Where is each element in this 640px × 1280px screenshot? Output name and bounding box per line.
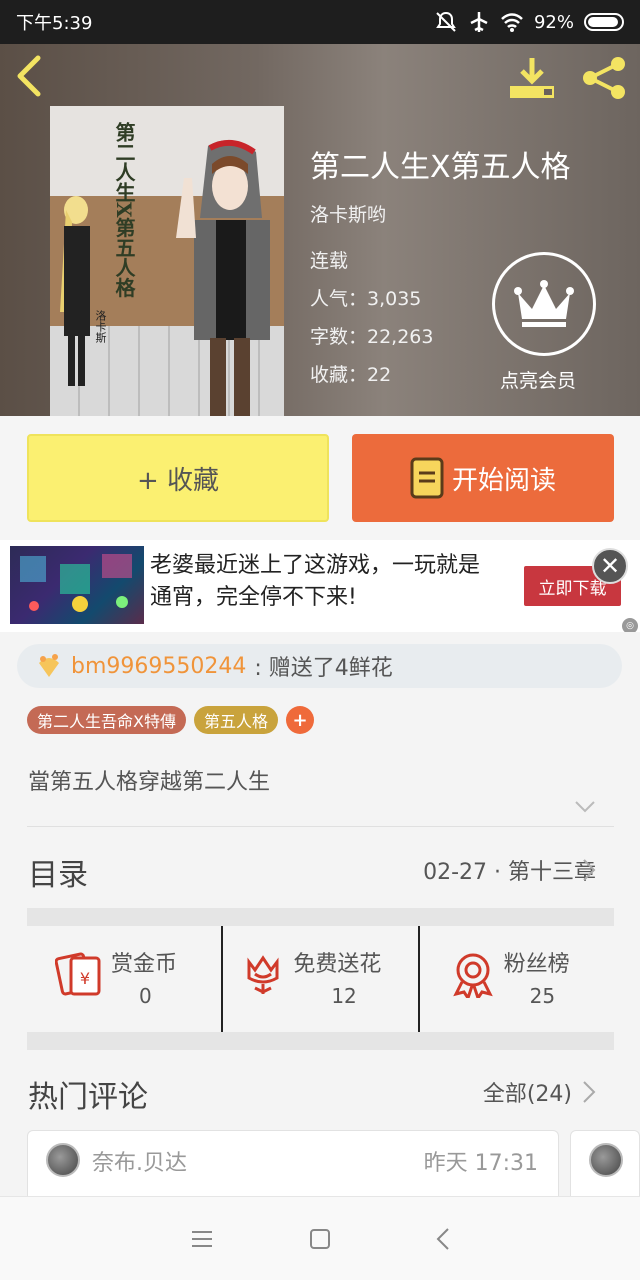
favorite-button[interactable]: + 收藏 bbox=[27, 434, 329, 522]
chevron-left-icon bbox=[17, 55, 41, 97]
toc-title[interactable]: 目录 bbox=[28, 850, 88, 894]
reward-value: 12 bbox=[331, 984, 357, 1008]
share-icon[interactable] bbox=[580, 56, 628, 100]
vip-button[interactable] bbox=[492, 252, 596, 356]
battery-percent: 92% bbox=[533, 11, 574, 33]
tag-list: 第二人生吾命X特傳 第五人格 + bbox=[27, 706, 314, 734]
gift-icon bbox=[39, 654, 59, 677]
book-status: 连载 bbox=[310, 250, 349, 272]
book-header: 第二人生X第五人格 洛卡斯 第二人生X第五人格 洛卡斯哟 连载 人气：3,035… bbox=[0, 44, 640, 416]
rosette-icon bbox=[452, 953, 493, 998]
home-icon[interactable] bbox=[306, 1225, 334, 1253]
menu-icon[interactable] bbox=[188, 1225, 216, 1253]
avatar[interactable] bbox=[46, 1143, 80, 1177]
tag-item[interactable]: 第二人生吾命X特傳 bbox=[27, 706, 186, 734]
start-reading-label: 开始阅读 bbox=[451, 465, 556, 496]
section-separator bbox=[27, 1032, 614, 1050]
book-title: 第二人生X第五人格 bbox=[310, 150, 571, 185]
status-icons: 92% bbox=[434, 11, 624, 33]
cover-title: 第二人生X第五人格 bbox=[112, 122, 136, 298]
status-time: 下午5:39 bbox=[16, 13, 93, 34]
book-author[interactable]: 洛卡斯哟 bbox=[310, 200, 386, 227]
svg-text:¥: ¥ bbox=[80, 969, 90, 988]
airplane-icon bbox=[470, 12, 488, 32]
section-separator bbox=[27, 908, 614, 926]
battery-icon bbox=[584, 13, 624, 31]
back-button[interactable] bbox=[14, 54, 54, 102]
book-details: bm9969550244 : 赠送了4鲜花 第二人生吾命X特傳 第五人格 + 當… bbox=[0, 632, 640, 1210]
ad-close-button[interactable]: ✕ bbox=[592, 548, 628, 584]
comment-username[interactable]: 奈布.贝达 bbox=[92, 1145, 187, 1177]
comment-time: 昨天 17:31 bbox=[423, 1151, 538, 1176]
favorite-label: + 收藏 bbox=[136, 465, 220, 496]
reward-value: 25 bbox=[529, 984, 556, 1008]
book-popularity: 人气：3,035 bbox=[310, 288, 422, 310]
all-comments-link[interactable]: 全部(24) bbox=[483, 1076, 572, 1108]
crown-icon bbox=[514, 280, 574, 327]
ad-game-image bbox=[20, 554, 132, 612]
chevron-down-icon[interactable] bbox=[574, 800, 596, 814]
cover-character-left bbox=[60, 196, 90, 386]
synopsis: 當第五人格穿越第二人生 bbox=[28, 770, 271, 795]
book-icon bbox=[410, 457, 444, 499]
reward-fans[interactable]: 粉丝榜 25 bbox=[417, 926, 614, 1034]
reward-coins[interactable]: ¥ 赏金币 0 bbox=[27, 926, 221, 1034]
download-icon[interactable] bbox=[506, 56, 558, 100]
status-bar: 下午5:39 92% bbox=[0, 0, 640, 44]
add-tag-button[interactable]: + bbox=[285, 706, 314, 734]
gift-username[interactable]: bm9969550244 bbox=[71, 654, 246, 679]
flower-icon bbox=[247, 955, 279, 994]
gift-message: : 赠送了4鲜花 bbox=[254, 656, 393, 681]
chevron-right-icon[interactable] bbox=[582, 858, 596, 882]
ad-text[interactable]: 老婆最近迷上了这游戏，一玩就是通宵，完全停不下来! bbox=[150, 550, 500, 614]
back-icon[interactable] bbox=[430, 1225, 458, 1253]
vip-label[interactable]: 点亮会员 bbox=[500, 366, 576, 393]
action-bar: + 收藏 开始阅读 bbox=[0, 416, 640, 540]
start-reading-button[interactable]: 开始阅读 bbox=[352, 434, 614, 522]
reward-flowers[interactable]: 免费送花 12 bbox=[221, 926, 417, 1034]
reward-bar: ¥ 赏金币 0 免费送花 12 粉丝榜 25 bbox=[27, 926, 614, 1034]
avatar[interactable] bbox=[589, 1143, 623, 1177]
cover-author: 洛卡斯 bbox=[94, 310, 107, 343]
wifi-icon bbox=[501, 13, 523, 32]
chevron-right-icon[interactable] bbox=[582, 1080, 596, 1104]
ad-banner[interactable]: 老婆最近迷上了这游戏，一玩就是通宵，完全停不下来! 立即下载 bbox=[0, 540, 640, 632]
reward-label: 赏金币 bbox=[111, 952, 178, 977]
red-envelope-icon: ¥ bbox=[55, 952, 101, 996]
book-cover[interactable]: 第二人生X第五人格 洛卡斯 bbox=[50, 106, 284, 416]
mute-icon bbox=[436, 11, 456, 32]
tag-item[interactable]: 第五人格 bbox=[193, 706, 278, 734]
reward-label: 粉丝榜 bbox=[503, 952, 570, 977]
cover-character-right bbox=[176, 139, 270, 416]
ad-image[interactable] bbox=[10, 546, 144, 624]
close-icon: ✕ bbox=[599, 552, 621, 580]
hot-comments-title: 热门评论 bbox=[28, 1080, 148, 1115]
system-nav-bar bbox=[0, 1196, 640, 1280]
book-word-count: 字数：22,263 bbox=[310, 326, 434, 348]
gift-notice[interactable]: bm9969550244 : 赠送了4鲜花 bbox=[17, 644, 622, 688]
reward-label: 免费送花 bbox=[293, 952, 382, 977]
toc-latest-chapter[interactable]: 02-27 · 第十三章 bbox=[423, 854, 596, 886]
reward-value: 0 bbox=[139, 984, 152, 1008]
book-favorites: 收藏：22 bbox=[310, 364, 392, 386]
divider bbox=[27, 826, 614, 827]
